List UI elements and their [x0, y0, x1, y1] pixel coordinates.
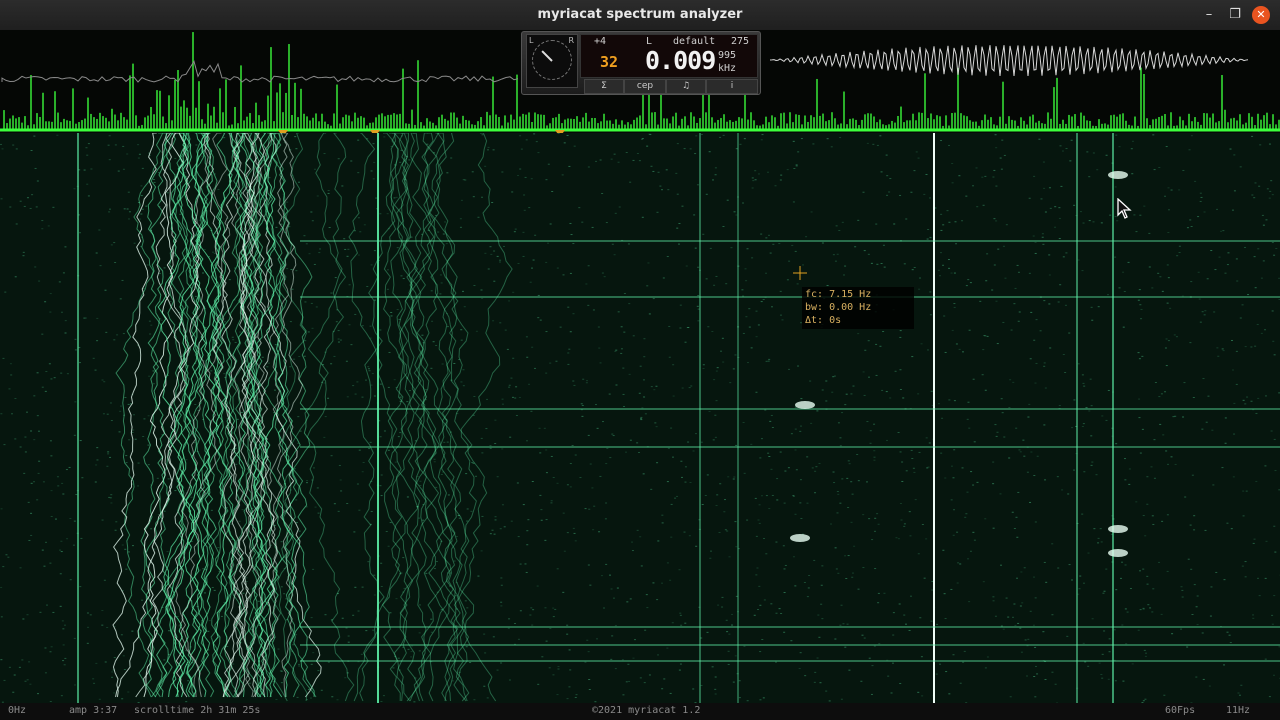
waterfall-streaks — [300, 240, 1280, 662]
mouse-pointer-icon — [1117, 198, 1132, 219]
tooltip-bw: bw: 0.00 Hz — [805, 302, 872, 313]
maximize-icon[interactable]: ❐ — [1226, 6, 1244, 24]
tooltip-dt: Δt: 0s — [805, 315, 842, 326]
control-panel: L R +4 L default 275 32 0.009 995 kHz Σ … — [521, 31, 761, 95]
signal-blob — [795, 401, 815, 409]
title-bar: myriacat spectrum analyzer – ❐ ✕ — [0, 0, 1280, 31]
window-title: myriacat spectrum analyzer — [537, 7, 743, 22]
status-right-freq: 11Hz — [1226, 705, 1251, 716]
dial-left-label: L — [529, 36, 534, 45]
stereo-dial[interactable]: L R — [526, 34, 578, 88]
status-amp: amp 3:37 — [69, 705, 118, 716]
waterfall-bands — [112, 133, 513, 702]
frequency-readout: +4 L default 275 32 0.009 995 kHz — [580, 34, 758, 78]
frequency-fine: 995 — [718, 50, 737, 61]
preset-value: 275 — [731, 36, 750, 47]
cep-button[interactable]: cep — [624, 79, 666, 94]
minimize-icon[interactable]: – — [1200, 6, 1218, 24]
status-bar: 0Hz amp 3:37 scrolltime 2h 31m 25s ©2021… — [0, 703, 1280, 720]
waterfall-spectrogram[interactable] — [0, 133, 1280, 703]
close-icon[interactable]: ✕ — [1252, 6, 1270, 24]
offset-value: +4 — [594, 36, 607, 47]
cursor-tooltip: fc: 7.15 Hz bw: 0.00 Hz Δt: 0s — [802, 287, 914, 329]
signal-blob — [1108, 549, 1128, 557]
sum-icon[interactable]: Σ — [584, 79, 624, 94]
tooltip-fc: fc: 7.15 Hz — [805, 289, 872, 300]
status-left-freq: 0Hz — [8, 705, 27, 716]
signal-blob — [790, 534, 810, 542]
frequency-value: 0.009 — [645, 46, 716, 75]
status-fps: 60Fps — [1165, 705, 1196, 716]
waveform-preview — [769, 45, 1249, 77]
waterfall-canvas — [0, 133, 1280, 703]
signal-blob — [1108, 171, 1128, 179]
dial-right-label: R — [568, 36, 574, 45]
status-scrolltime: scrolltime 2h 31m 25s — [134, 705, 261, 716]
signal-blob — [1108, 525, 1128, 533]
frequency-unit: kHz — [718, 63, 737, 74]
info-button[interactable]: i — [706, 79, 758, 94]
small-readout: 32 — [600, 53, 619, 71]
music-note-icon[interactable]: ♫ — [666, 79, 706, 94]
spectrum-trace — [1, 60, 519, 83]
status-copyright: ©2021 myriacat 1.2 — [592, 705, 701, 716]
crosshair-icon — [793, 266, 807, 280]
